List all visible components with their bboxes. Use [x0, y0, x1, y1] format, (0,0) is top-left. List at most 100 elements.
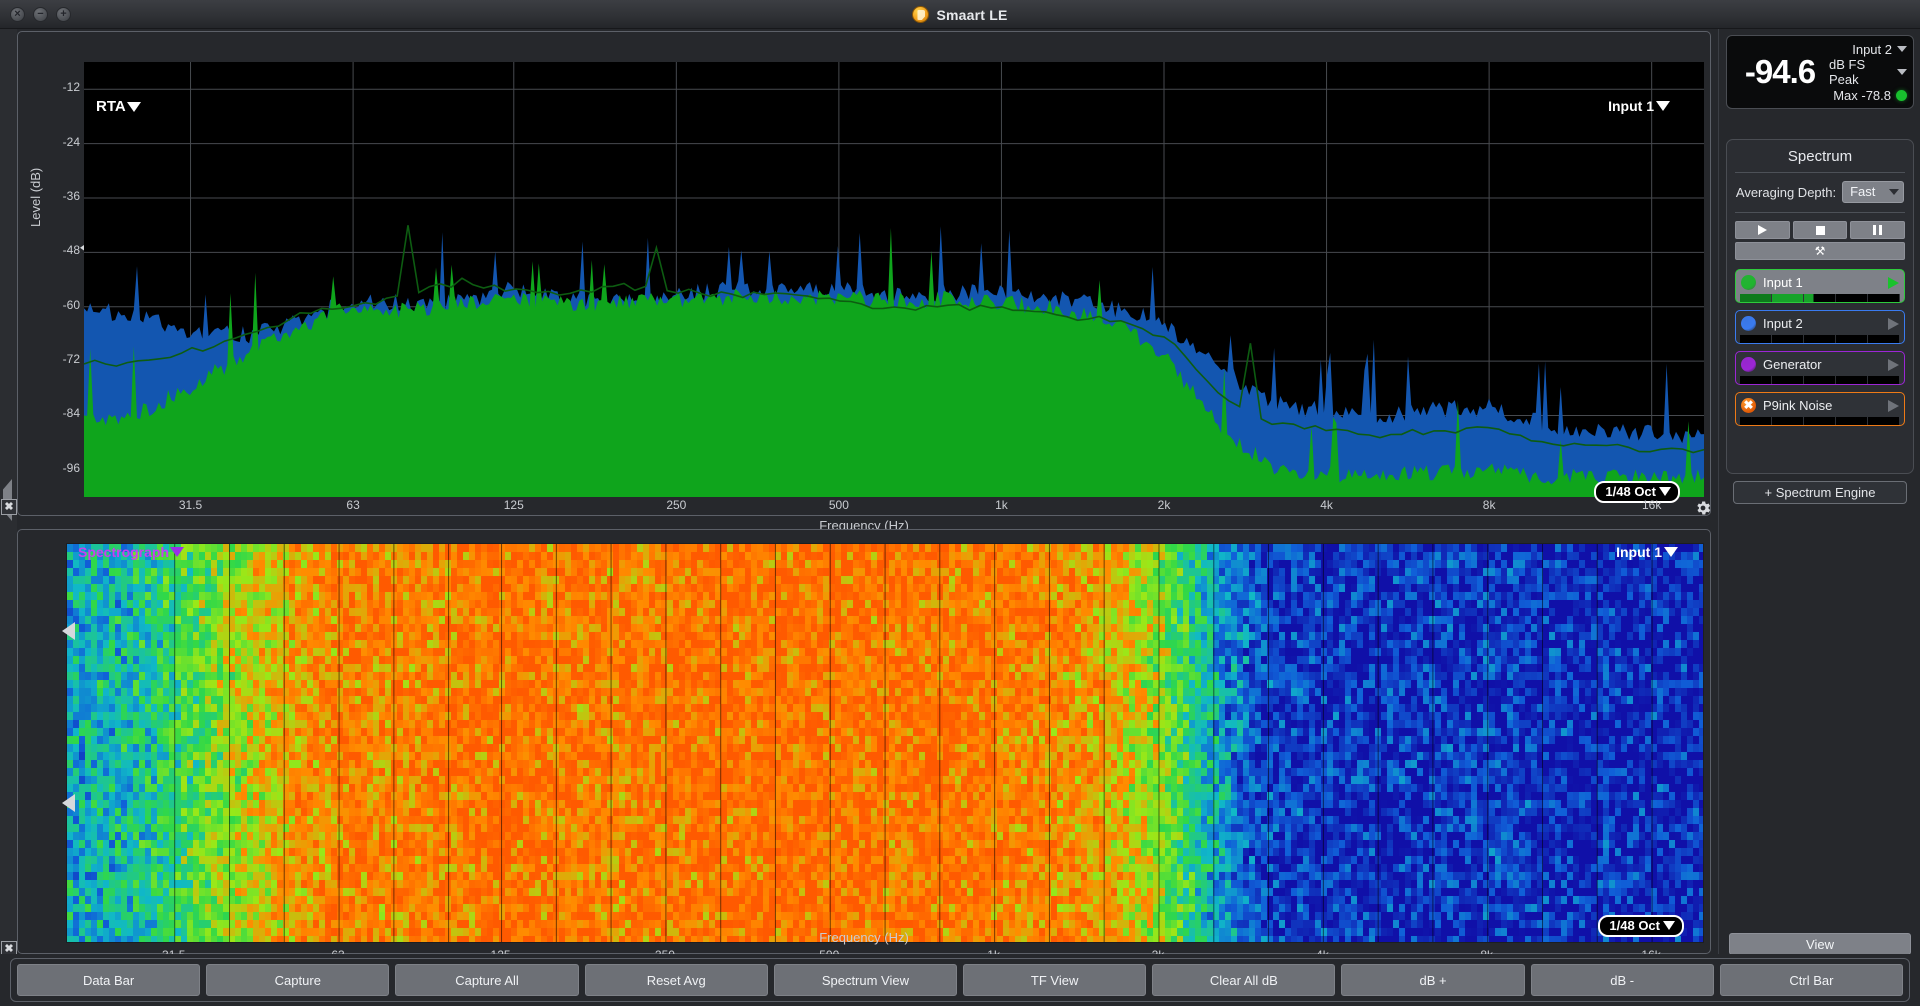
transport-controls	[1735, 221, 1906, 239]
toolbar-button-spectrum-view[interactable]: Spectrum View	[773, 964, 958, 996]
source-item-input-2[interactable]: Input 2	[1735, 310, 1905, 344]
source-color-dot-icon	[1741, 275, 1756, 290]
view-button[interactable]: View	[1729, 933, 1911, 955]
window-title-bar: × − + Smaart LE	[0, 0, 1920, 29]
toolbar-button-ctrl-bar[interactable]: Ctrl Bar	[1719, 964, 1904, 996]
spectrograph-octave-label: 1/48 Oct	[1609, 918, 1660, 933]
spectrograph-plot-area[interactable]	[66, 543, 1704, 943]
stop-icon	[1815, 225, 1825, 235]
level-meter-source-label: Input 2	[1852, 41, 1892, 57]
close-window-button[interactable]: ×	[10, 6, 25, 22]
chevron-down-icon	[1663, 921, 1675, 930]
chevron-down-icon	[1897, 46, 1907, 52]
right-sidebar: -94.6 Input 2 dB FS Peak Max -78.8 Spect…	[1718, 29, 1920, 983]
spectrograph-title-menu[interactable]: Spectrograph	[78, 544, 185, 560]
source-item-generator[interactable]: Generator	[1735, 351, 1905, 385]
spectrograph-heatmap	[67, 544, 1703, 942]
toolbar-buttons: Data Bar Capture Capture All Reset Avg Spect…	[10, 958, 1910, 1002]
rta-y-tick: -84	[62, 406, 80, 421]
workspace: ✖ ✖ Level (dB) -12 -24 -36 -48 -60 -72 -84 -96 …	[0, 29, 1920, 983]
window-title: Smaart LE	[936, 6, 1008, 23]
source-play-icon[interactable]	[1888, 276, 1899, 289]
source-play-icon[interactable]	[1888, 399, 1899, 412]
spectrum-settings-button[interactable]: ⚒	[1735, 242, 1905, 260]
rta-title-label: RTA	[96, 98, 126, 115]
rta-x-axis-ticks: 31.5 63 125 250 500 1k 2k 4k 8k 16k	[84, 498, 1704, 516]
averaging-depth-select[interactable]: Fast	[1842, 181, 1905, 203]
toolbar-button-capture-all[interactable]: Capture All	[395, 964, 579, 996]
spectrograph-input-selector[interactable]: Input 1	[1616, 544, 1678, 560]
source-label: Input 1	[1763, 275, 1803, 290]
source-item-input-1[interactable]: Input 1	[1735, 269, 1905, 303]
toolbar-button-data-bar[interactable]: Data Bar	[17, 964, 201, 996]
chevron-down-icon	[1659, 487, 1671, 496]
chevron-down-icon	[1897, 69, 1907, 75]
rta-x-tick: 2k	[1157, 498, 1171, 512]
spectrograph-octave-selector[interactable]: 1/48 Oct	[1598, 915, 1684, 937]
rta-x-tick: 31.5	[178, 498, 203, 512]
rta-y-tick: -12	[62, 80, 80, 95]
source-play-icon[interactable]	[1888, 317, 1899, 330]
averaging-depth-row: Averaging Depth: Fast	[1735, 181, 1905, 212]
chevron-down-icon	[1664, 547, 1678, 557]
rta-gear-icon[interactable]	[1694, 499, 1712, 517]
rta-y-tick: -24	[62, 134, 80, 149]
level-meter-value: -94.6	[1744, 53, 1816, 90]
source-level-meter	[1740, 376, 1900, 384]
pause-button[interactable]	[1850, 221, 1906, 239]
source-label: Input 2	[1763, 316, 1803, 331]
play-button[interactable]	[1735, 221, 1790, 239]
signal-led-icon	[1896, 89, 1907, 101]
rta-input-label: Input 1	[1608, 98, 1654, 114]
rta-close-box-icon[interactable]: ✖	[1, 499, 17, 515]
source-item-p9ink-noise[interactable]: ✖ P9ink Noise	[1735, 392, 1905, 426]
rta-x-tick: 8k	[1482, 498, 1496, 512]
spectrograph-panel: 31.5631252505001k2k4k8k16k Frequency (Hz…	[17, 529, 1711, 962]
rta-octave-label: 1/48 Oct	[1605, 484, 1656, 499]
signal-source-list: Input 1 Input 2 Generator ✖ P9ink Noise	[1735, 269, 1905, 426]
toolbar-button-db[interactable]: dB -	[1530, 964, 1714, 996]
level-meter-panel: -94.6 Input 2 dB FS Peak Max -78.8	[1726, 35, 1914, 109]
stop-button[interactable]	[1792, 221, 1848, 239]
rta-title-menu[interactable]: RTA	[96, 98, 141, 115]
source-label: P9ink Noise	[1763, 398, 1833, 413]
chevron-down-icon	[1656, 101, 1670, 111]
level-meter-unit-selector[interactable]: dB FS Peak	[1829, 57, 1907, 87]
toolbar-button-tf-view[interactable]: TF View	[963, 964, 1147, 996]
source-color-dot-icon	[1741, 357, 1756, 372]
rta-panel: Level (dB) -12 -24 -36 -48 -60 -72 -84 -96 RTA …	[17, 31, 1711, 533]
averaging-depth-value: Fast	[1850, 184, 1876, 199]
chevron-down-icon	[126, 101, 141, 112]
zoom-window-button[interactable]: +	[56, 6, 71, 22]
rta-x-tick: 16k	[1641, 498, 1662, 512]
pause-icon	[1873, 225, 1883, 235]
chevron-down-icon	[1889, 188, 1900, 195]
source-label: Generator	[1763, 357, 1822, 372]
rta-input-selector[interactable]: Input 1	[1608, 98, 1670, 114]
rta-y-tick: -48	[62, 243, 80, 258]
rta-x-tick: 500	[828, 498, 849, 512]
rta-x-tick: 125	[503, 498, 524, 512]
x-circle-icon: ✖	[1741, 398, 1756, 413]
add-spectrum-engine-button[interactable]: + Spectrum Engine	[1733, 481, 1907, 504]
source-level-meter	[1740, 335, 1900, 343]
spectrum-control-panel: Spectrum Averaging Depth: Fast ⚒ Input 1…	[1726, 139, 1914, 474]
source-level-meter	[1740, 294, 1900, 302]
level-meter-max-row[interactable]: Max -78.8	[1829, 84, 1907, 107]
minimize-window-button[interactable]: −	[33, 6, 48, 22]
toolbar-button-clear-all-db[interactable]: Clear All dB	[1152, 964, 1336, 996]
bottom-toolbar: Data Bar Capture Capture All Reset Avg Spect…	[0, 954, 1920, 1006]
spectrograph-title-label: Spectrograph	[78, 544, 170, 560]
rta-plot-area[interactable]	[84, 62, 1704, 497]
toolbar-button-capture[interactable]: Capture	[206, 964, 390, 996]
rta-x-tick: 250	[666, 498, 687, 512]
rta-x-tick: 1k	[995, 498, 1008, 512]
source-color-dot-icon	[1741, 316, 1756, 331]
toolbar-button-reset-avg[interactable]: Reset Avg	[584, 964, 768, 996]
source-play-icon[interactable]	[1888, 358, 1899, 371]
tools-icon: ⚒	[1814, 244, 1826, 258]
rta-y-tick: -36	[62, 188, 80, 203]
left-rail: ✖ ✖	[0, 29, 17, 957]
divider	[1735, 212, 1905, 213]
toolbar-button-db[interactable]: dB +	[1341, 964, 1525, 996]
